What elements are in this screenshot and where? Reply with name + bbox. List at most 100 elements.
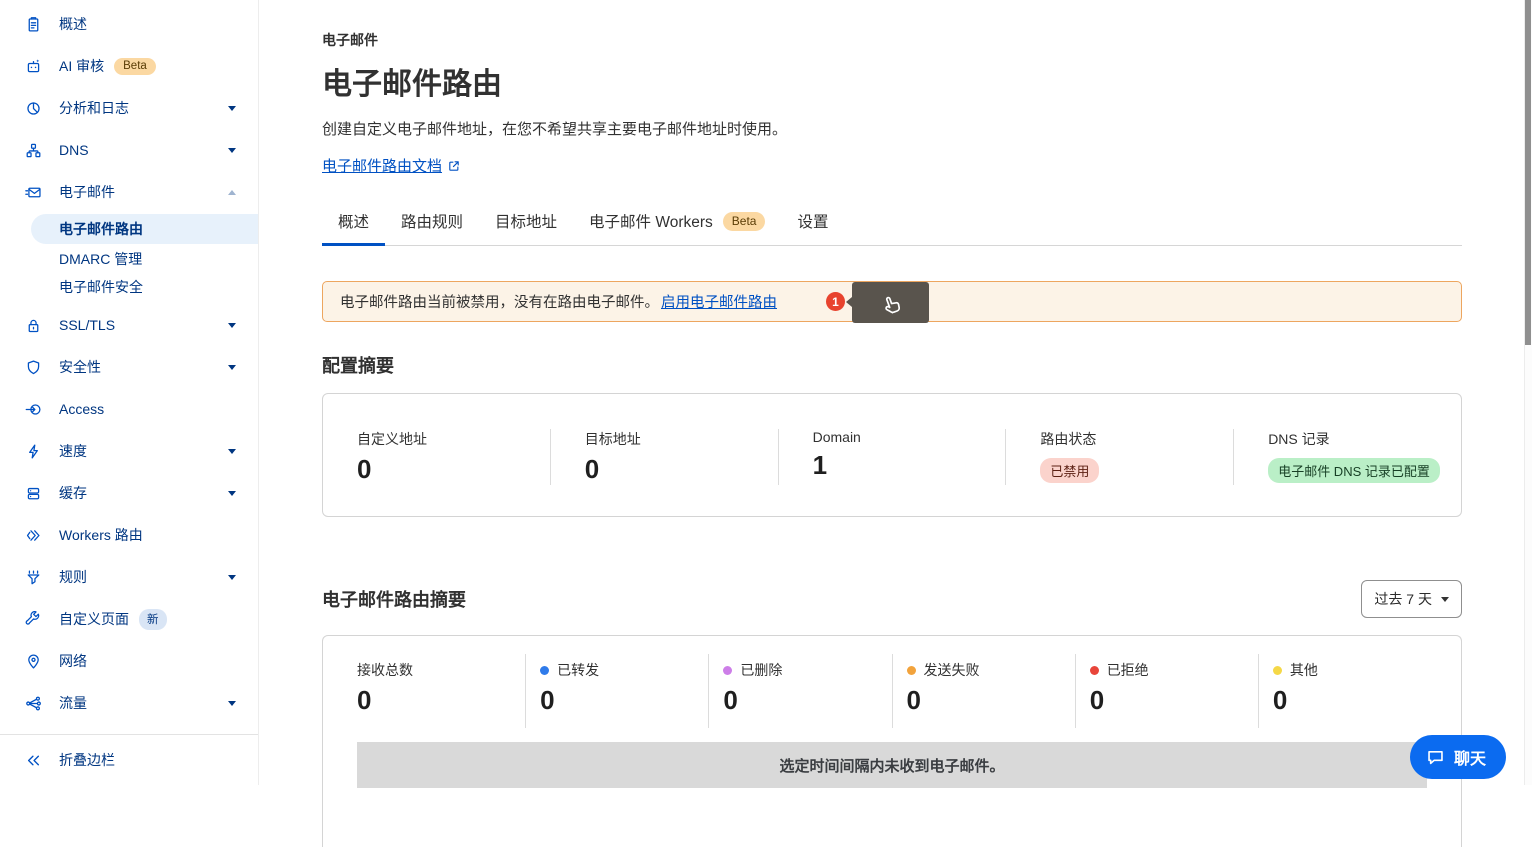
stat-destination-addresses: 目标地址 0 [550,429,778,485]
sidebar-item-label: DNS [59,142,89,158]
legend-dot-dropped [723,666,732,675]
stat-label: 已删除 [740,660,782,680]
sidebar-item-security[interactable]: 安全性 [0,346,258,388]
clipboard-icon [25,16,42,33]
double-chevron-left-icon [25,752,42,769]
sidebar-item-ssl-tls[interactable]: SSL/TLS [0,304,258,346]
sidebar-item-access[interactable]: Access [0,388,258,430]
chat-bubble-icon [1426,748,1445,767]
chevron-down-icon [228,701,236,706]
stat-label: 发送失败 [924,660,980,680]
sidebar-item-overview[interactable]: 概述 [0,3,258,45]
status-badge-disabled: 已禁用 [1040,458,1099,483]
legend-dot-rejected [1090,666,1099,675]
stat-value: 0 [907,685,1075,716]
envelope-icon [25,184,42,201]
legend-dot-forwarded [540,666,549,675]
chevron-down-icon [228,449,236,454]
status-badge-dns-configured: 电子邮件 DNS 记录已配置 [1268,458,1440,483]
tab-label: 电子邮件 Workers [589,210,713,232]
sidebar-item-network[interactable]: 网络 [0,640,258,682]
sidebar-item-email-routing[interactable]: 电子邮件路由 [31,214,258,244]
main-content: 电子邮件 电子邮件路由 创建自定义电子邮件地址，在您不希望共享主要电子邮件地址时… [259,0,1532,785]
sidebar-item-dns[interactable]: DNS [0,129,258,171]
docs-link-label: 电子邮件路由文档 [322,155,442,176]
tab-email-workers[interactable]: 电子邮件 Workers Beta [573,200,781,245]
stat-value: 0 [357,685,525,716]
sidebar-item-label: 分析和日志 [59,98,129,118]
tab-routing-rules[interactable]: 路由规则 [385,200,479,245]
sidebar-item-cache[interactable]: 缓存 [0,472,258,514]
sidebar-item-workers-routes[interactable]: Workers 路由 [0,514,258,556]
chevron-down-icon [228,323,236,328]
sidebar-item-email-security[interactable]: 电子邮件安全 [0,273,258,301]
new-badge: 新 [139,609,167,630]
email-summary-stats: 接收总数 0 已转发 0 已删除 0 发送失败 [343,654,1441,728]
time-range-dropdown[interactable]: 过去 7 天 [1361,580,1462,618]
tab-label: 概述 [338,210,369,232]
page-scrollbar[interactable] [1524,0,1532,785]
sidebar-item-label: DMARC 管理 [59,249,142,269]
collapse-sidebar-button[interactable]: 折叠边栏 [0,735,258,785]
chevron-up-icon [228,190,236,195]
sidebar-item-label: AI 审核 [59,56,104,76]
stat-value: 0 [357,454,550,485]
chevron-down-icon [1441,597,1449,602]
beta-badge: Beta [114,58,156,75]
email-summary-heading: 电子邮件路由摘要 [322,586,466,612]
chevron-down-icon [228,106,236,111]
sidebar-item-email[interactable]: 电子邮件 [0,171,258,213]
legend-dot-failed [907,666,916,675]
stat-label: 接收总数 [357,660,413,680]
lock-icon [25,317,42,334]
hand-cursor-icon [875,287,906,318]
wrench-icon [25,611,42,628]
scrollbar-thumb[interactable] [1525,0,1531,345]
sidebar-item-label: SSL/TLS [59,317,115,333]
network-nodes-icon [25,142,42,159]
sidebar-item-label: 电子邮件 [59,182,115,202]
chevron-down-icon [228,491,236,496]
banner-text: 电子邮件路由当前被禁用，没有在路由电子邮件。 [340,291,659,312]
stat-label: 其他 [1290,660,1318,680]
collapse-label: 折叠边栏 [59,750,115,770]
stat-value: 0 [723,685,891,716]
email-submenu: 电子邮件路由 DMARC 管理 电子邮件安全 [0,213,258,301]
empty-state-message: 选定时间间隔内未收到电子邮件。 [357,742,1427,788]
workers-chevrons-icon [25,527,42,544]
stat-label: 已拒绝 [1107,660,1149,680]
tab-label: 设置 [797,210,828,232]
chat-button-label: 聊天 [1454,745,1486,769]
page-description: 创建自定义电子邮件地址，在您不希望共享主要电子邮件地址时使用。 [322,118,1462,139]
tab-destination-addresses[interactable]: 目标地址 [479,200,573,245]
chevron-down-icon [228,148,236,153]
sidebar-item-label: 概述 [59,14,87,34]
tab-overview[interactable]: 概述 [322,200,385,245]
chat-button[interactable]: 聊天 [1410,735,1506,779]
stat-value: 1 [813,450,1006,481]
sidebar-item-analytics[interactable]: 分析和日志 [0,87,258,129]
location-pin-icon [25,653,42,670]
stat-forwarded: 已转发 0 [525,654,708,728]
enable-email-routing-link[interactable]: 启用电子邮件路由 [661,291,777,312]
sidebar-item-label: 电子邮件安全 [59,277,143,297]
sidebar-item-rules[interactable]: 规则 [0,556,258,598]
robot-icon [25,58,42,75]
tab-settings[interactable]: 设置 [781,200,844,245]
email-summary-header: 电子邮件路由摘要 过去 7 天 [322,580,1462,618]
email-summary-card: 接收总数 0 已转发 0 已删除 0 发送失败 [322,635,1462,847]
stat-label: DNS 记录 [1268,429,1461,449]
stat-value: 0 [585,454,778,485]
stat-delivery-failed: 发送失败 0 [892,654,1075,728]
docs-link[interactable]: 电子邮件路由文档 [322,155,461,176]
sidebar-item-traffic[interactable]: 流量 [0,682,258,724]
sidebar-item-dmarc[interactable]: DMARC 管理 [0,245,258,273]
disabled-warning-banner: 电子邮件路由当前被禁用，没有在路由电子邮件。 启用电子邮件路由 1 [322,281,1462,322]
share-branch-icon [25,695,42,712]
tab-label: 目标地址 [495,210,557,232]
sidebar-item-custom-pages[interactable]: 自定义页面 新 [0,598,258,640]
stat-routing-status: 路由状态 已禁用 [1005,429,1233,485]
sidebar-item-speed[interactable]: 速度 [0,430,258,472]
access-arrow-icon [25,401,42,418]
sidebar-item-ai-audit[interactable]: AI 审核 Beta [0,45,258,87]
